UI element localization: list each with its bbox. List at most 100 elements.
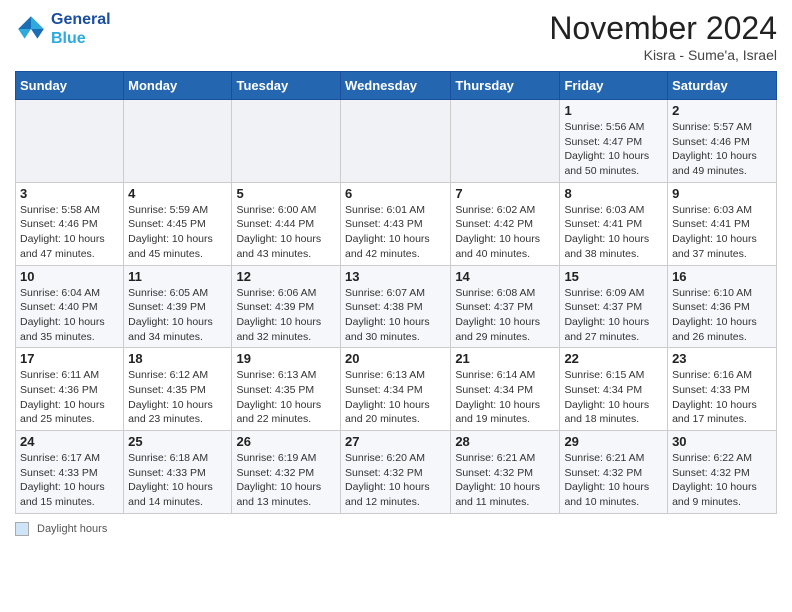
day-number: 1 [564,103,663,118]
day-cell: 22Sunrise: 6:15 AMSunset: 4:34 PMDayligh… [560,348,668,431]
day-number: 20 [345,351,446,366]
day-info: Sunrise: 6:05 AMSunset: 4:39 PMDaylight:… [128,286,227,345]
day-info: Sunrise: 6:21 AMSunset: 4:32 PMDaylight:… [455,451,555,510]
day-info: Sunrise: 6:18 AMSunset: 4:33 PMDaylight:… [128,451,227,510]
day-info: Sunrise: 6:16 AMSunset: 4:33 PMDaylight:… [672,368,772,427]
day-cell [341,100,451,183]
day-number: 3 [20,186,119,201]
weekday-header-row: SundayMondayTuesdayWednesdayThursdayFrid… [16,72,777,100]
day-info: Sunrise: 6:03 AMSunset: 4:41 PMDaylight:… [564,203,663,262]
weekday-header-thursday: Thursday [451,72,560,100]
day-info: Sunrise: 6:15 AMSunset: 4:34 PMDaylight:… [564,368,663,427]
week-row-3: 10 Sunrise: 6:04 AMSunset: 4:40 PMDayligh… [16,265,777,348]
day-cell: 23 Sunrise: 6:16 AMSunset: 4:33 PMDayligh… [668,348,777,431]
day-number: 2 [672,103,772,118]
day-info: Sunrise: 5:58 AMSunset: 4:46 PMDaylight:… [20,203,119,262]
day-info: Sunrise: 6:04 AMSunset: 4:40 PMDaylight:… [20,286,119,345]
logo-icon [15,13,47,45]
day-number: 10 [20,269,119,284]
day-info: Sunrise: 6:02 AMSunset: 4:42 PMDaylight:… [455,203,555,262]
day-info: Sunrise: 6:20 AMSunset: 4:32 PMDaylight:… [345,451,446,510]
day-info: Sunrise: 6:00 AMSunset: 4:44 PMDaylight:… [236,203,336,262]
day-number: 24 [20,434,119,449]
day-info: Sunrise: 6:10 AMSunset: 4:36 PMDaylight:… [672,286,772,345]
legend: Daylight hours [15,522,777,536]
title-block: November 2024 Kisra - Sume'a, Israel [549,10,777,63]
day-cell: 24 Sunrise: 6:17 AMSunset: 4:33 PMDayligh… [16,431,124,514]
day-info: Sunrise: 6:17 AMSunset: 4:33 PMDaylight:… [20,451,119,510]
day-cell: 5 Sunrise: 6:00 AMSunset: 4:44 PMDaylight… [232,182,341,265]
day-number: 17 [20,351,119,366]
day-number: 15 [564,269,663,284]
day-info: Sunrise: 6:03 AMSunset: 4:41 PMDaylight:… [672,203,772,262]
day-cell: 1Sunrise: 5:56 AMSunset: 4:47 PMDaylight… [560,100,668,183]
day-number: 27 [345,434,446,449]
day-cell: 9 Sunrise: 6:03 AMSunset: 4:41 PMDaylight… [668,182,777,265]
day-number: 5 [236,186,336,201]
day-cell: 8Sunrise: 6:03 AMSunset: 4:41 PMDaylight… [560,182,668,265]
calendar-page: General Blue November 2024 Kisra - Sume'… [0,0,792,551]
day-cell [16,100,124,183]
day-number: 7 [455,186,555,201]
week-row-5: 24 Sunrise: 6:17 AMSunset: 4:33 PMDayligh… [16,431,777,514]
day-cell: 3 Sunrise: 5:58 AMSunset: 4:46 PMDaylight… [16,182,124,265]
day-cell: 20 Sunrise: 6:13 AMSunset: 4:34 PMDayligh… [341,348,451,431]
day-info: Sunrise: 6:14 AMSunset: 4:34 PMDaylight:… [455,368,555,427]
day-cell [451,100,560,183]
weekday-header-friday: Friday [560,72,668,100]
day-number: 4 [128,186,227,201]
day-info: Sunrise: 6:01 AMSunset: 4:43 PMDaylight:… [345,203,446,262]
day-cell: 15 Sunrise: 6:09 AMSunset: 4:37 PMDayligh… [560,265,668,348]
day-number: 19 [236,351,336,366]
day-cell: 25 Sunrise: 6:18 AMSunset: 4:33 PMDayligh… [124,431,232,514]
weekday-header-monday: Monday [124,72,232,100]
week-row-1: 1Sunrise: 5:56 AMSunset: 4:47 PMDaylight… [16,100,777,183]
day-number: 21 [455,351,555,366]
day-cell: 21 Sunrise: 6:14 AMSunset: 4:34 PMDayligh… [451,348,560,431]
day-cell: 10 Sunrise: 6:04 AMSunset: 4:40 PMDayligh… [16,265,124,348]
day-cell: 14Sunrise: 6:08 AMSunset: 4:37 PMDayligh… [451,265,560,348]
day-number: 16 [672,269,772,284]
day-cell: 30 Sunrise: 6:22 AMSunset: 4:32 PMDayligh… [668,431,777,514]
calendar-table: SundayMondayTuesdayWednesdayThursdayFrid… [15,71,777,514]
day-cell: 28 Sunrise: 6:21 AMSunset: 4:32 PMDayligh… [451,431,560,514]
week-row-4: 17 Sunrise: 6:11 AMSunset: 4:36 PMDayligh… [16,348,777,431]
day-info: Sunrise: 6:06 AMSunset: 4:39 PMDaylight:… [236,286,336,345]
day-cell: 6Sunrise: 6:01 AMSunset: 4:43 PMDaylight… [341,182,451,265]
day-info: Sunrise: 6:22 AMSunset: 4:32 PMDaylight:… [672,451,772,510]
day-info: Sunrise: 6:13 AMSunset: 4:35 PMDaylight:… [236,368,336,427]
day-number: 12 [236,269,336,284]
day-number: 14 [455,269,555,284]
day-info: Sunrise: 6:09 AMSunset: 4:37 PMDaylight:… [564,286,663,345]
day-number: 30 [672,434,772,449]
day-number: 23 [672,351,772,366]
day-number: 13 [345,269,446,284]
logo: General Blue [15,10,111,48]
page-header: General Blue November 2024 Kisra - Sume'… [15,10,777,63]
day-cell: 18Sunrise: 6:12 AMSunset: 4:35 PMDayligh… [124,348,232,431]
day-cell: 4 Sunrise: 5:59 AMSunset: 4:45 PMDaylight… [124,182,232,265]
day-cell: 26Sunrise: 6:19 AMSunset: 4:32 PMDayligh… [232,431,341,514]
day-info: Sunrise: 6:11 AMSunset: 4:36 PMDaylight:… [20,368,119,427]
day-info: Sunrise: 5:57 AMSunset: 4:46 PMDaylight:… [672,120,772,179]
day-info: Sunrise: 5:59 AMSunset: 4:45 PMDaylight:… [128,203,227,262]
day-info: Sunrise: 6:07 AMSunset: 4:38 PMDaylight:… [345,286,446,345]
day-number: 25 [128,434,227,449]
day-number: 18 [128,351,227,366]
day-number: 28 [455,434,555,449]
day-info: Sunrise: 6:21 AMSunset: 4:32 PMDaylight:… [564,451,663,510]
day-cell: 29Sunrise: 6:21 AMSunset: 4:32 PMDayligh… [560,431,668,514]
day-number: 9 [672,186,772,201]
week-row-2: 3 Sunrise: 5:58 AMSunset: 4:46 PMDaylight… [16,182,777,265]
weekday-header-sunday: Sunday [16,72,124,100]
day-cell: 17 Sunrise: 6:11 AMSunset: 4:36 PMDayligh… [16,348,124,431]
day-cell: 16 Sunrise: 6:10 AMSunset: 4:36 PMDayligh… [668,265,777,348]
weekday-header-tuesday: Tuesday [232,72,341,100]
logo-text: General Blue [51,10,111,48]
day-cell: 12 Sunrise: 6:06 AMSunset: 4:39 PMDayligh… [232,265,341,348]
legend-label: Daylight hours [37,523,107,535]
day-cell: 2 Sunrise: 5:57 AMSunset: 4:46 PMDaylight… [668,100,777,183]
month-title: November 2024 [549,10,777,47]
day-info: Sunrise: 6:19 AMSunset: 4:32 PMDaylight:… [236,451,336,510]
day-info: Sunrise: 6:13 AMSunset: 4:34 PMDaylight:… [345,368,446,427]
